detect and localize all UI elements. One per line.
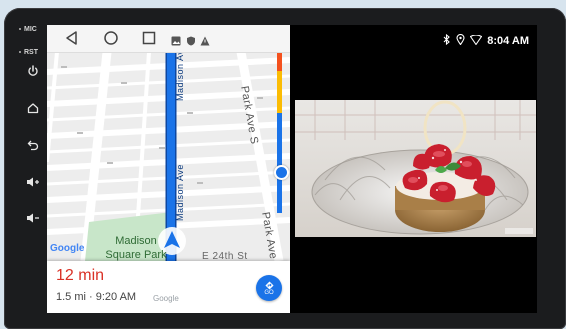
traffic-bar (277, 53, 282, 213)
go-button[interactable]: GO (256, 275, 282, 301)
back-triangle-icon[interactable] (64, 30, 80, 46)
eta-google-logo: Google (153, 294, 179, 303)
street-label-madison-bottom: Madison Ave (175, 164, 185, 221)
go-label: GO (264, 289, 274, 296)
wifi-icon (470, 32, 483, 50)
home-icon[interactable] (24, 99, 42, 117)
home-circle-icon[interactable] (103, 30, 119, 46)
status-clock: 8:04 AM (487, 35, 529, 47)
status-bar: 8:04 AM (443, 32, 529, 50)
video-pane: 8:04 AM (290, 25, 537, 313)
bluetooth-icon (443, 32, 451, 50)
park-name-line1: Madison (115, 235, 157, 247)
back-icon[interactable] (24, 136, 42, 154)
eta-details: 1.5 mi · 9:20 AM (56, 291, 137, 303)
mic-label: MIC (19, 26, 37, 33)
power-icon[interactable] (24, 62, 42, 80)
volume-down-icon[interactable] (24, 209, 42, 227)
directions-icon (264, 280, 274, 290)
video-frame-dessert (295, 100, 536, 237)
location-icon (456, 32, 465, 50)
shield-icon (186, 33, 196, 46)
image-icon (171, 33, 181, 46)
progress-knob[interactable] (274, 165, 289, 180)
map-canvas[interactable] (47, 52, 290, 261)
recents-square-icon[interactable] (141, 30, 157, 46)
park-name-line2: Square Park (105, 249, 167, 261)
android-nav-bar (47, 25, 290, 53)
warning-icon (200, 33, 210, 46)
eta-time: 12 min (56, 267, 105, 284)
screen: Madison Ave Madison Ave Park Ave S Park … (47, 25, 537, 313)
park-label: Madison Square Park (101, 234, 171, 262)
google-logo: Google (50, 243, 85, 254)
rst-label[interactable]: RST (19, 49, 38, 56)
video-player[interactable] (295, 100, 536, 237)
map-pane[interactable]: Madison Ave Madison Ave Park Ave S Park … (47, 25, 290, 313)
volume-up-icon[interactable] (24, 173, 42, 191)
eta-card[interactable]: 12 min 1.5 mi · 9:20 AM Google GO (47, 261, 290, 313)
